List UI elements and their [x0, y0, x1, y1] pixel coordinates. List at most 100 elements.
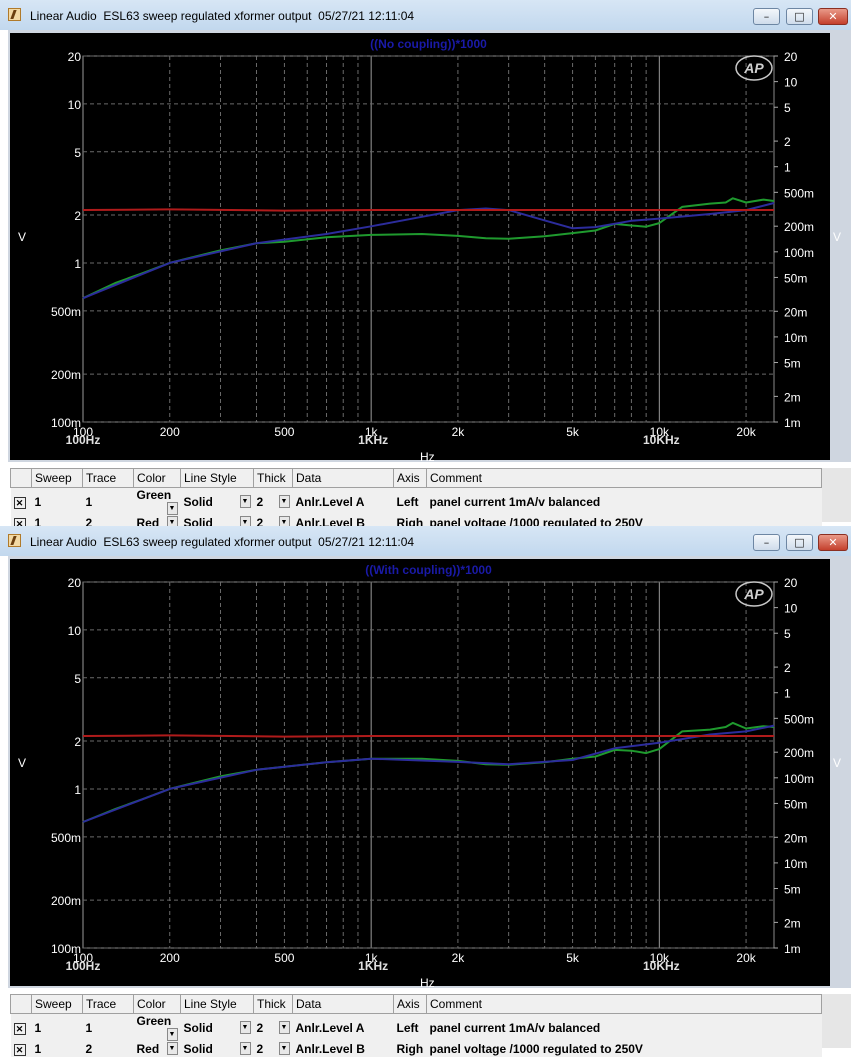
- x-decade-label: 10KHz: [643, 959, 680, 973]
- line-style-value: Solid: [183, 1020, 213, 1035]
- x-decade-label: 1KHz: [358, 433, 388, 447]
- frequency-response-chart[interactable]: 2010521500m200m100m2010521500m200m100m50…: [0, 556, 851, 988]
- x-tick-label: 2k: [452, 425, 466, 439]
- column-header-thick[interactable]: Thick: [253, 994, 293, 1014]
- column-header-thick[interactable]: Thick: [253, 468, 293, 488]
- frequency-response-chart[interactable]: 2010521500m200m100m2010521500m200m100m50…: [0, 30, 851, 462]
- y-left-tick-label: 2: [74, 735, 81, 749]
- thick-cell[interactable]: 2 ▼: [253, 1013, 293, 1041]
- column-header-select: [10, 468, 32, 488]
- column-header-line-style[interactable]: Line Style: [180, 994, 254, 1014]
- y-left-tick-label: 2: [74, 209, 81, 223]
- column-header-trace[interactable]: Trace: [82, 994, 134, 1014]
- table-header-row: Sweep Trace Color Line Style Thick Data …: [10, 468, 822, 488]
- axis-cell[interactable]: Left: [393, 1013, 427, 1041]
- axis-cell[interactable]: Righ: [393, 1041, 427, 1057]
- close-button[interactable]: ✕: [818, 8, 848, 25]
- left-axis-unit: V: [18, 230, 27, 244]
- line-style-cell[interactable]: Solid ▼: [180, 1041, 254, 1057]
- trace-cell[interactable]: 1: [82, 487, 134, 515]
- minimize-button[interactable]: –: [753, 8, 780, 25]
- column-header-trace[interactable]: Trace: [82, 468, 134, 488]
- table-row[interactable]: ✕ 1 1 Green ▼ Solid ▼ 2 ▼ Anlr.Level A Left…: [10, 487, 822, 515]
- data-cell[interactable]: Anlr.Level A: [292, 1013, 394, 1041]
- data-cell[interactable]: Anlr.Level A: [292, 487, 394, 515]
- dropdown-arrow-icon[interactable]: ▼: [239, 1020, 251, 1034]
- line-style-cell[interactable]: Solid ▼: [180, 487, 254, 515]
- column-header-data[interactable]: Data: [292, 468, 394, 488]
- line-style-cell[interactable]: Solid ▼: [180, 1013, 254, 1041]
- data-cell[interactable]: Anlr.Level B: [292, 1041, 394, 1057]
- y-right-tick-label: 2m: [784, 916, 801, 930]
- y-left-tick-label: 20: [68, 576, 82, 590]
- dropdown-arrow-icon[interactable]: ▼: [278, 1020, 290, 1034]
- column-header-color[interactable]: Color: [133, 468, 181, 488]
- column-header-sweep[interactable]: Sweep: [31, 468, 83, 488]
- graph-window-2: Linear Audio ESL63 sweep regulated xform…: [0, 526, 851, 1057]
- table-row[interactable]: ✕ 1 2 Red ▼ Solid ▼ 2 ▼ Anlr.Level B Righ p…: [10, 1041, 822, 1057]
- column-header-sweep[interactable]: Sweep: [31, 994, 83, 1014]
- x-axis-label: Hz: [420, 976, 435, 990]
- color-value: Green: [136, 488, 172, 502]
- y-right-tick-label: 10: [784, 76, 798, 90]
- y-right-tick-label: 500m: [784, 712, 814, 726]
- enable-checkbox[interactable]: ✕: [13, 1044, 26, 1056]
- color-cell[interactable]: Red ▼: [133, 1041, 181, 1057]
- dropdown-arrow-icon[interactable]: ▼: [278, 494, 290, 508]
- thick-cell[interactable]: 2 ▼: [253, 487, 293, 515]
- y-right-tick-label: 50m: [784, 271, 807, 285]
- table-row[interactable]: ✕ 1 1 Green ▼ Solid ▼ 2 ▼ Anlr.Level A Left…: [10, 1013, 822, 1041]
- trace-table[interactable]: Sweep Trace Color Line Style Thick Data …: [10, 994, 822, 1057]
- maximize-button[interactable]: □: [786, 8, 813, 25]
- thick-cell[interactable]: 2 ▼: [253, 1041, 293, 1057]
- y-right-tick-label: 500m: [784, 186, 814, 200]
- dropdown-arrow-icon[interactable]: ▼: [166, 1028, 178, 1041]
- y-left-tick-label: 20: [68, 50, 82, 64]
- x-tick-label: 200: [160, 951, 180, 965]
- axis-cell[interactable]: Left: [393, 487, 427, 515]
- x-tick-label: 5k: [566, 951, 580, 965]
- enable-checkbox[interactable]: ✕: [13, 1022, 26, 1035]
- table-scroll-area[interactable]: [822, 994, 851, 1048]
- title-bar[interactable]: Linear Audio ESL63 sweep regulated xform…: [0, 0, 851, 30]
- x-tick-label: 20k: [736, 951, 756, 965]
- y-left-tick-label: 200m: [51, 894, 81, 908]
- y-right-tick-label: 2: [784, 135, 791, 149]
- line-style-value: Solid: [183, 494, 213, 509]
- column-header-line-style[interactable]: Line Style: [180, 468, 254, 488]
- table-scroll-area[interactable]: [822, 468, 851, 522]
- trace-table[interactable]: Sweep Trace Color Line Style Thick Data …: [10, 468, 822, 531]
- y-left-tick-label: 5: [74, 672, 81, 686]
- sweep-cell[interactable]: 1: [31, 1013, 83, 1041]
- column-header-comment[interactable]: Comment: [426, 468, 822, 488]
- y-left-tick-label: 1: [74, 257, 81, 271]
- y-right-tick-label: 1: [784, 687, 791, 701]
- color-cell[interactable]: Green ▼: [133, 1013, 181, 1041]
- close-button[interactable]: ✕: [818, 534, 848, 551]
- dropdown-arrow-icon[interactable]: ▼: [166, 1042, 178, 1055]
- y-right-tick-label: 10m: [784, 857, 807, 871]
- column-header-comment[interactable]: Comment: [426, 994, 822, 1014]
- comment-cell[interactable]: panel voltage /1000 regulated to 250V: [426, 1041, 822, 1057]
- dropdown-arrow-icon[interactable]: ▼: [166, 502, 178, 515]
- minimize-button[interactable]: –: [753, 534, 780, 551]
- column-header-axis[interactable]: Axis: [393, 468, 427, 488]
- sweep-cell[interactable]: 1: [31, 1041, 83, 1057]
- enable-checkbox[interactable]: ✕: [13, 496, 26, 509]
- dropdown-arrow-icon[interactable]: ▼: [239, 494, 251, 508]
- trace-cell[interactable]: 1: [82, 1013, 134, 1041]
- series-line-3: [82, 734, 774, 738]
- column-header-data[interactable]: Data: [292, 994, 394, 1014]
- dropdown-arrow-icon[interactable]: ▼: [239, 1042, 251, 1055]
- sweep-cell[interactable]: 1: [31, 487, 83, 515]
- maximize-button[interactable]: □: [786, 534, 813, 551]
- title-bar[interactable]: Linear Audio ESL63 sweep regulated xform…: [0, 526, 851, 556]
- color-cell[interactable]: Green ▼: [133, 487, 181, 515]
- column-header-axis[interactable]: Axis: [393, 994, 427, 1014]
- trace-cell[interactable]: 2: [82, 1041, 134, 1057]
- comment-cell[interactable]: panel current 1mA/v balanced: [426, 1013, 822, 1041]
- thick-value: 2: [256, 494, 264, 509]
- column-header-color[interactable]: Color: [133, 994, 181, 1014]
- dropdown-arrow-icon[interactable]: ▼: [278, 1042, 290, 1055]
- comment-cell[interactable]: panel current 1mA/v balanced: [426, 487, 822, 515]
